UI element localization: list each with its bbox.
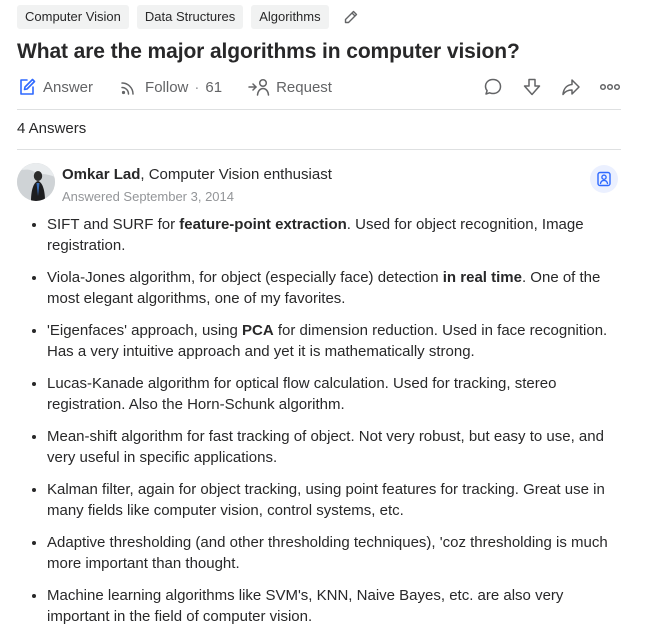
pencil-icon-graphic <box>344 10 357 24</box>
answer-button[interactable]: Answer <box>17 77 93 97</box>
divider <box>17 109 621 110</box>
answers-count: 4 Answers <box>17 120 87 137</box>
follow-author-button[interactable] <box>590 165 618 193</box>
list-item: SIFT and SURF for feature-point extracti… <box>47 214 617 256</box>
author-name[interactable]: Omkar Lad <box>62 166 140 183</box>
downvote-arrow-icon-graphic <box>523 78 541 96</box>
topic-computer-vision[interactable]: Computer Vision <box>17 5 129 29</box>
topic-algorithms[interactable]: Algorithms <box>251 5 329 29</box>
pencil-square-icon <box>20 78 36 95</box>
divider <box>17 149 621 150</box>
list-item: 'Eigenfaces' approach, using PCA for dim… <box>47 320 617 362</box>
list-item: Kalman filter, again for object tracking… <box>47 479 617 521</box>
more-dots-icon-graphic <box>599 83 621 91</box>
answer-body: SIFT and SURF for feature-point extracti… <box>16 214 617 638</box>
list-item: Machine learning algorithms like SVM's, … <box>47 585 617 627</box>
question-title[interactable]: What are the major algorithms in compute… <box>17 40 520 64</box>
follow-signal-icon <box>121 82 134 95</box>
author-line: Omkar Lad, Computer Vision enthusiast <box>62 166 332 183</box>
downvote-arrow-icon[interactable] <box>521 76 543 98</box>
follow-separator: · <box>194 78 200 96</box>
question-action-bar: Answer Follow · 61 Request <box>17 75 332 99</box>
follow-label: Follow <box>145 78 189 96</box>
avatar[interactable] <box>17 163 55 201</box>
follow-count: 61 <box>205 78 223 96</box>
request-label: Request <box>276 78 332 96</box>
comment-icon-graphic <box>484 78 502 95</box>
comment-icon[interactable] <box>482 76 504 98</box>
follow-user-icon <box>597 171 611 187</box>
avatar-photo <box>17 163 55 201</box>
more-dots-icon[interactable] <box>599 76 621 98</box>
request-button[interactable]: Request <box>248 77 332 97</box>
answered-date[interactable]: Answered September 3, 2014 <box>62 189 234 204</box>
list-item: Lucas-Kanade algorithm for optical flow … <box>47 373 617 415</box>
question-secondary-actions <box>482 75 621 99</box>
answer-label: Answer <box>43 78 94 96</box>
topic-list: Computer Vision Data Structures Algorith… <box>17 5 360 29</box>
pencil-icon[interactable] <box>342 8 360 26</box>
topic-data-structures[interactable]: Data Structures <box>136 5 244 29</box>
author-credential[interactable]: , Computer Vision enthusiast <box>140 166 332 183</box>
request-person-icon <box>248 78 270 96</box>
share-arrow-icon-graphic <box>562 79 580 96</box>
share-arrow-icon[interactable] <box>560 76 582 98</box>
list-item: Adaptive thresholding (and other thresho… <box>47 532 617 574</box>
list-item: Mean-shift algorithm for fast tracking o… <box>47 426 617 468</box>
list-item: Viola-Jones algorithm, for object (espec… <box>47 267 617 309</box>
follow-button[interactable]: Follow · 61 <box>119 77 222 97</box>
